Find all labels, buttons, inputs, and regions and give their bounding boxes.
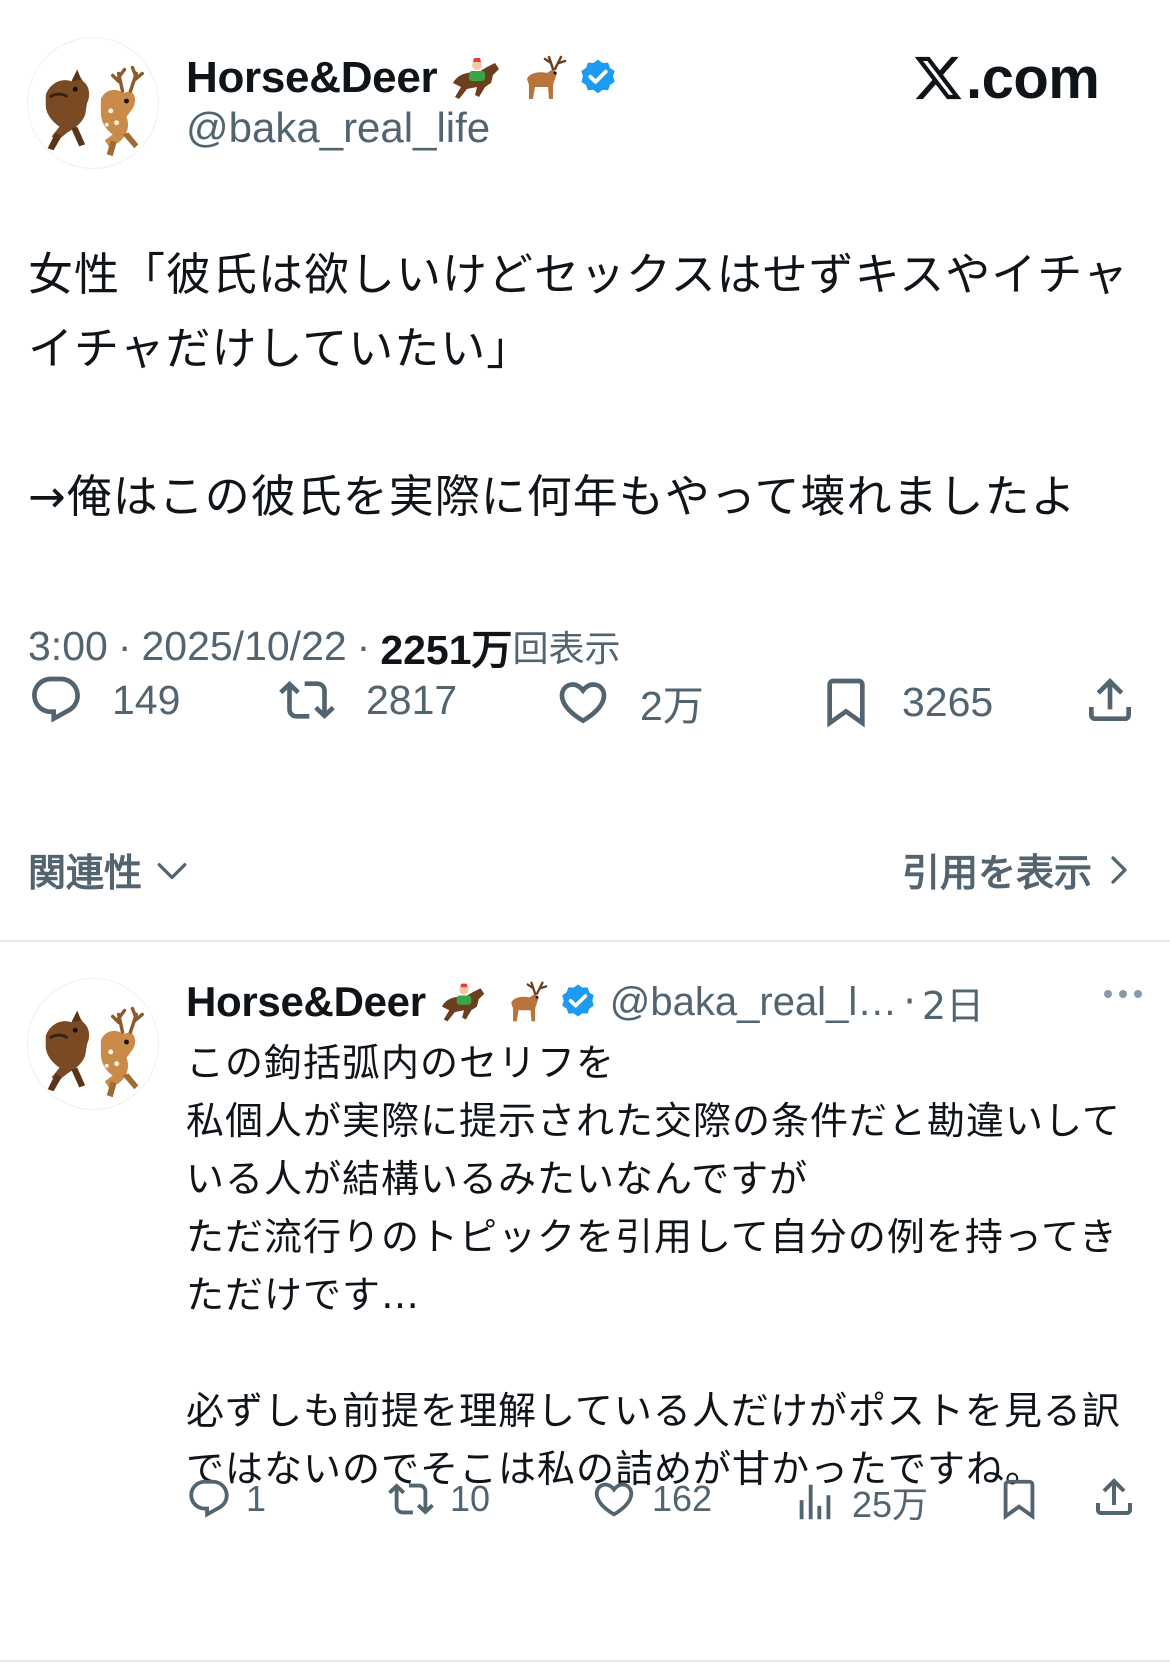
- repost-icon: [388, 1483, 434, 1515]
- reply-share-button[interactable]: [1090, 1472, 1138, 1522]
- meta-separator: ·: [356, 622, 371, 669]
- bookmark-count: 3265: [902, 678, 994, 725]
- share-icon: [1089, 678, 1131, 721]
- horse-racing-emoji-icon: [449, 53, 505, 103]
- post-meta: 3:00 · 2025/10/22 · 2251万 回表示: [28, 616, 621, 676]
- repost-count: 2817: [366, 676, 458, 723]
- post-date[interactable]: 2025/10/22: [141, 623, 346, 670]
- repost-icon: [279, 681, 335, 719]
- reply-text-line: 私個人が実際に提示された交際の条件だと勘違いしている人が結構いるみたいなんですが: [186, 1099, 1121, 1201]
- brand-domain-text: .com: [966, 45, 1100, 111]
- reply-text-line: この鉤括弧内のセリフを: [186, 1041, 616, 1085]
- reply-views-count: 25万: [852, 1484, 929, 1525]
- reply-views-button[interactable]: 25万: [792, 1476, 928, 1528]
- reply-body-text: この鉤括弧内のセリフを 私個人が実際に提示された交際の条件だと勘違いしている人が…: [186, 1034, 1136, 1498]
- meta-separator: ·: [117, 622, 132, 669]
- more-dot: [1104, 990, 1112, 998]
- author-avatar[interactable]: [27, 37, 159, 169]
- bookmark-icon: [827, 678, 865, 728]
- more-options-icon[interactable]: [1104, 990, 1142, 998]
- reply-reply-button[interactable]: 1: [186, 1476, 266, 1522]
- reply-icon: [32, 676, 80, 723]
- post-body-text: 女性「彼氏は欲しいけどセックスはせずキスやイチャイチャだけしていたい」 →俺はこ…: [28, 238, 1148, 534]
- author-name-row[interactable]: Horse&Deer: [186, 48, 619, 108]
- chevron-down-icon: [157, 862, 187, 879]
- chevron-right-icon: [1111, 855, 1127, 884]
- reply-like-button[interactable]: 162: [590, 1476, 712, 1522]
- horse-racing-emoji-icon: [438, 979, 490, 1025]
- deer-emoji-icon: [502, 979, 548, 1025]
- x-logo-icon: [914, 56, 962, 100]
- more-dot: [1134, 990, 1142, 998]
- post-text-line: →俺はこの彼氏を実際に何年もやって壊れましたよ: [28, 470, 1077, 523]
- reply-time[interactable]: 2日: [922, 975, 984, 1030]
- share-icon: [1096, 1478, 1132, 1515]
- like-count: 2万: [640, 683, 704, 729]
- deer-emoji-icon: [517, 53, 567, 103]
- reply-text-spacer: [186, 1324, 1136, 1382]
- reply-bookmark-button[interactable]: [996, 1474, 1042, 1524]
- post-views-count[interactable]: 2251万: [380, 616, 512, 676]
- analytics-icon: [799, 1484, 831, 1520]
- bookmark-icon: [1003, 1479, 1035, 1520]
- sort-relevance-dropdown[interactable]: 関連性: [28, 842, 190, 897]
- repost-button[interactable]: 2817: [276, 672, 457, 728]
- reply-icon: [189, 1479, 229, 1518]
- view-quotes-link[interactable]: 引用を表示: [902, 842, 1130, 897]
- horse-deer-avatar-image: [45, 65, 144, 157]
- heart-icon: [559, 682, 607, 724]
- author-display-name[interactable]: Horse&Deer: [186, 53, 438, 103]
- like-button[interactable]: 2万: [554, 672, 704, 732]
- share-button[interactable]: [1082, 670, 1138, 730]
- reply-meta-separator: ·: [903, 979, 916, 1025]
- sort-label: 関連性: [28, 851, 143, 895]
- main-post: Horse&Deer @baka_real_life .com 女性「彼氏は欲し…: [0, 0, 1170, 940]
- more-dot: [1119, 990, 1127, 998]
- verified-badge-icon[interactable]: [577, 57, 619, 99]
- bottom-divider: [0, 1660, 1170, 1662]
- reply-reply-count: 1: [246, 1478, 267, 1519]
- heart-icon: [594, 1482, 634, 1517]
- reply-count: 149: [112, 676, 181, 723]
- horse-deer-avatar-image: [45, 1006, 144, 1098]
- view-quotes-label: 引用を表示: [901, 851, 1092, 895]
- reply-author-avatar[interactable]: [27, 978, 159, 1110]
- reply-author-handle[interactable]: @baka_real_l…: [610, 980, 897, 1025]
- verified-badge-icon[interactable]: [558, 982, 598, 1022]
- reply-post[interactable]: Horse&Deer @baka_real_l… · 2日 この鉤括弧内のセリフ…: [0, 942, 1170, 1670]
- reply-button[interactable]: 149: [28, 672, 180, 728]
- reply-text-line: ただ流行りのトピックを引用して自分の例を持ってきただけです…: [186, 1215, 1118, 1317]
- reply-repost-button[interactable]: 10: [386, 1476, 490, 1522]
- post-text-line: 女性「彼氏は欲しいけどセックスはせずキスやイチャイチャだけしていたい」: [28, 248, 1129, 375]
- reply-like-count: 162: [652, 1478, 713, 1519]
- reply-header: Horse&Deer @baka_real_l… · 2日: [186, 972, 984, 1032]
- reply-author-display-name[interactable]: Horse&Deer: [186, 978, 426, 1026]
- author-handle[interactable]: @baka_real_life: [186, 104, 490, 152]
- post-time[interactable]: 3:00: [28, 623, 108, 670]
- x-com-brand: .com: [912, 38, 1100, 118]
- post-text-spacer: [28, 386, 1148, 460]
- bookmark-button[interactable]: 3265: [818, 672, 993, 732]
- post-views-label: 回表示: [512, 629, 621, 670]
- reply-repost-count: 10: [450, 1478, 491, 1519]
